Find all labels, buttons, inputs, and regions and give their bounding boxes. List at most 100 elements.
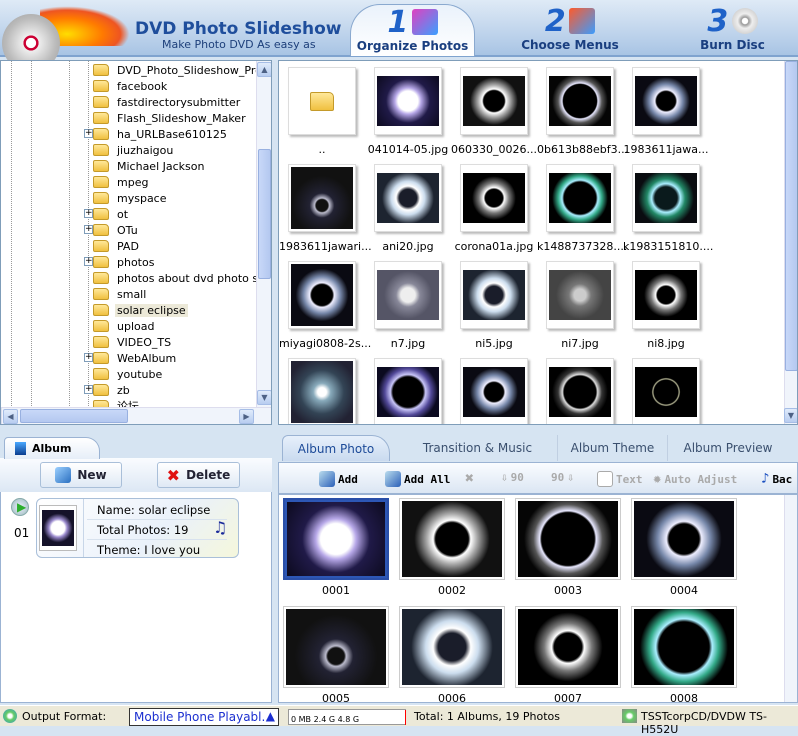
tree-item[interactable]: Michael Jackson	[93, 158, 206, 174]
album-photo-grid[interactable]: 0001 0002 0003 0004 0005 0006 0007 0008	[278, 494, 798, 703]
album-name: Name: solar eclipse	[97, 503, 211, 517]
file-item[interactable]: ni5.jpg	[451, 261, 537, 350]
folder-tree[interactable]: DVD_Photo_Slideshow_Pro facebook fastdirec…	[0, 60, 272, 425]
album-photo-item[interactable]: 0006	[399, 606, 505, 702]
scroll-down-button[interactable]: ▼	[784, 408, 797, 423]
new-album-button[interactable]: New	[40, 462, 122, 488]
tree-item[interactable]: PAD	[93, 238, 141, 254]
file-item[interactable]	[451, 358, 537, 424]
album-item[interactable]: Name: solar eclipse Total Photos: 19 The…	[36, 498, 239, 558]
file-item[interactable]: miyagi0808-2s...	[279, 261, 371, 350]
tree-item[interactable]: youtube	[93, 366, 164, 382]
files-vertical-scrollbar[interactable]: ▼	[784, 61, 797, 424]
tree-item[interactable]: photos about dvd photo slid	[93, 270, 271, 286]
tree-item[interactable]: mpeg	[93, 174, 150, 190]
add-all-icon	[385, 471, 401, 487]
file-item[interactable]: 041014-05.jpg	[365, 67, 451, 156]
album-photo-item[interactable]: 0007	[515, 606, 621, 702]
file-item[interactable]: 0b613b88ebf3...	[537, 67, 628, 156]
tree-item[interactable]: fastdirectorysubmitter	[93, 94, 242, 110]
photo-image	[291, 361, 353, 423]
file-item[interactable]: 1983611jawari...	[279, 164, 372, 253]
tree-item[interactable]: ha_URLBase610125	[93, 126, 229, 142]
scroll-thumb[interactable]	[785, 61, 797, 371]
rotate-left-button[interactable]: ⇩ 90	[501, 471, 524, 484]
file-item[interactable]: ani20.jpg	[365, 164, 451, 253]
tree-item[interactable]: ot	[93, 206, 130, 222]
tab-transition-music[interactable]: Transition & Music	[398, 435, 558, 461]
tree-item[interactable]: upload	[93, 318, 156, 334]
file-item[interactable]	[279, 358, 365, 424]
album-photo-item[interactable]: 0004	[631, 498, 737, 597]
tree-item[interactable]: Flash_Slideshow_Maker	[93, 110, 248, 126]
file-item[interactable]: n7.jpg	[365, 261, 451, 350]
step-organize-photos[interactable]: 1 Organize Photos	[350, 4, 475, 56]
album-photo-item[interactable]: 0001	[283, 498, 389, 597]
tree-item[interactable]: zb	[93, 382, 132, 398]
file-item[interactable]	[623, 358, 709, 424]
tree-item[interactable]: photos	[93, 254, 156, 270]
album-photo-item[interactable]: 0002	[399, 498, 505, 597]
scroll-thumb[interactable]	[20, 409, 128, 423]
step-choose-menus[interactable]: 2 Choose Menus	[515, 4, 625, 56]
file-item[interactable]: k1983151810....	[623, 164, 713, 253]
file-name: ni5.jpg	[475, 337, 513, 350]
tree-item[interactable]: solar eclipse	[93, 302, 188, 318]
tree-item[interactable]: small	[93, 286, 148, 302]
add-all-button[interactable]: Add All	[385, 471, 450, 487]
expand-icon[interactable]: +	[84, 385, 93, 394]
tree-vertical-scrollbar[interactable]: ▲ ▼	[256, 61, 271, 407]
tab-album-theme[interactable]: Album Theme	[558, 435, 668, 461]
file-item[interactable]: ni7.jpg	[537, 261, 623, 350]
file-item[interactable]: corona01a.jpg	[451, 164, 537, 253]
file-item[interactable]	[365, 358, 451, 424]
tree-item[interactable]: facebook	[93, 78, 169, 94]
tree-horizontal-scrollbar[interactable]: ◀ ▶	[1, 407, 271, 424]
tree-item[interactable]: VIDEO_TS	[93, 334, 173, 350]
scroll-up-button[interactable]: ▲	[257, 62, 271, 77]
expand-icon[interactable]: +	[84, 129, 93, 138]
file-item[interactable]	[537, 358, 623, 424]
tree-item-label: zb	[117, 383, 130, 397]
tree-item-label: DVD_Photo_Slideshow_Pro	[117, 63, 262, 77]
file-item[interactable]: ni8.jpg	[623, 261, 709, 350]
output-format-select[interactable]: Mobile Phone Playabl... ▲	[129, 708, 279, 726]
tab-album-photo[interactable]: Album Photo	[282, 435, 390, 461]
scroll-left-button[interactable]: ◀	[3, 409, 18, 424]
tab-album-preview[interactable]: Album Preview	[668, 435, 788, 461]
file-item[interactable]: k1488737328....	[537, 164, 627, 253]
expand-icon[interactable]: +	[84, 209, 93, 218]
photo-image	[402, 609, 502, 685]
tree-item[interactable]: OTu	[93, 222, 140, 238]
scroll-down-button[interactable]: ▼	[257, 390, 271, 405]
file-item[interactable]: 1983611jawa...	[623, 67, 709, 156]
delete-album-button[interactable]: ✖ Delete	[157, 462, 240, 488]
auto-adjust-button[interactable]: ✹ Auto Adjust	[653, 471, 737, 487]
expand-icon[interactable]: +	[84, 225, 93, 234]
burner-drive[interactable]: TSSTcorpCD/DVDW TS-H552U	[641, 710, 798, 736]
rotate-right-button[interactable]: 90 ⇩	[551, 471, 574, 484]
expand-icon[interactable]: +	[84, 353, 93, 362]
file-item[interactable]: ..	[279, 67, 365, 156]
expand-icon[interactable]: +	[84, 257, 93, 266]
folder-icon	[93, 288, 109, 300]
step-burn-disc[interactable]: 3 Burn Disc	[690, 4, 775, 56]
album-photo-item[interactable]: 0005	[283, 606, 389, 702]
photos-vertical-scrollbar[interactable]	[784, 495, 797, 702]
play-album-button[interactable]: ▶	[11, 498, 29, 516]
file-item[interactable]: 060330_0026...	[451, 67, 537, 156]
tree-item[interactable]: myspace	[93, 190, 169, 206]
file-browser[interactable]: .. 041014-05.jpg 060330_0026... 0b613b88ebf…	[278, 60, 798, 425]
album-photo-item[interactable]: 0003	[515, 498, 621, 597]
remove-button[interactable]: ✖	[465, 469, 474, 487]
tree-item[interactable]: jiuzhaigou	[93, 142, 175, 158]
album-tab[interactable]: Album	[4, 437, 100, 459]
tree-item[interactable]: WebAlbum	[93, 350, 178, 366]
scroll-right-button[interactable]: ▶	[239, 409, 254, 424]
scroll-thumb[interactable]	[258, 149, 271, 279]
background-music-button[interactable]: ♪ Bac	[761, 471, 792, 487]
album-photo-item[interactable]: 0008	[631, 606, 737, 702]
add-button[interactable]: Add	[319, 471, 358, 487]
tree-item[interactable]: DVD_Photo_Slideshow_Pro	[93, 62, 264, 78]
text-button[interactable]: Text	[597, 471, 643, 487]
